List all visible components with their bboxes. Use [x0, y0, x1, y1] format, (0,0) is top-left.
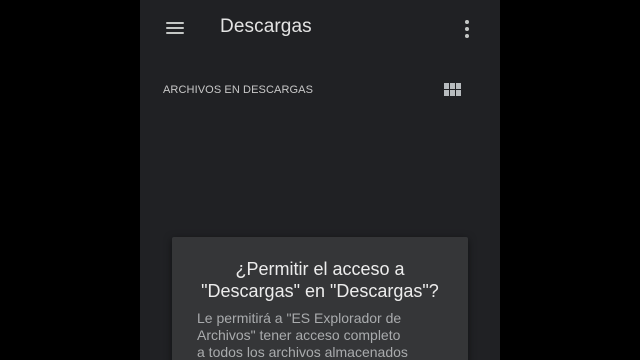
permission-dialog: ¿Permitir el acceso a "Descargas" en "De…: [172, 237, 468, 360]
dialog-message: Le permitirá a "ES Explorador de Archivo…: [197, 310, 447, 360]
section-header: ARCHIVOS EN DESCARGAS: [163, 84, 314, 96]
more-vert-icon[interactable]: [460, 18, 474, 40]
hamburger-menu-icon[interactable]: [165, 19, 185, 37]
dialog-message-line-1: Le permitirá a "ES Explorador de: [197, 310, 402, 326]
dialog-title: ¿Permitir el acceso a "Descargas" en "De…: [172, 258, 468, 302]
dialog-message-line-2: Archivos" tener acceso completo: [197, 327, 401, 343]
dialog-title-line-1: ¿Permitir el acceso a: [235, 259, 405, 279]
dialog-title-line-2: "Descargas" en "Descargas"?: [201, 281, 439, 301]
page-title: Descargas: [220, 16, 312, 37]
phone-screen: Descargas ARCHIVOS EN DESCARGAS ¿Permiti…: [140, 0, 500, 360]
dialog-message-line-3: a todos los archivos almacenados: [197, 344, 408, 360]
grid-view-icon[interactable]: [444, 83, 461, 97]
app-bar: Descargas: [140, 0, 500, 58]
